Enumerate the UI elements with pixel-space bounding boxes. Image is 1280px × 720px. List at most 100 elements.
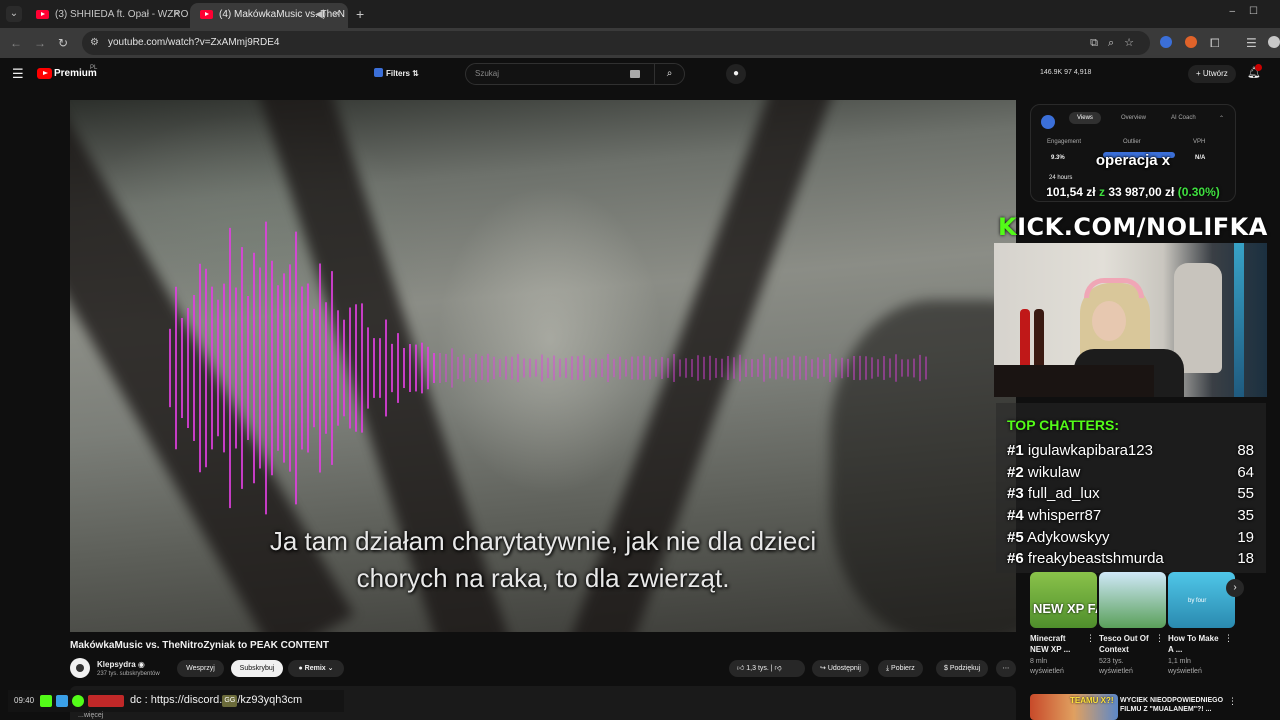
subscribe-button[interactable]: Subskrybuj [231, 660, 283, 677]
extensions-puzzle-icon[interactable]: ⧠ [1210, 36, 1220, 51]
video-title: MakówkaMusic vs. TheNitroZyniak to PEAK … [70, 640, 329, 651]
collapse-icon[interactable]: ⌃ [1219, 115, 1224, 122]
channel-stats: 146.9K 97 4,918 [1040, 69, 1092, 76]
notification-badge [1255, 64, 1262, 71]
subtitle-line-2: chorych na raka, to dla zwierząt. [356, 563, 730, 593]
thumbnail-text: by four [1188, 598, 1207, 604]
profile-icon[interactable] [1268, 36, 1280, 48]
kick-icon [40, 695, 52, 707]
badge-icon [72, 695, 84, 707]
menu-icon[interactable]: ☰ [12, 66, 24, 82]
subscriber-count: 237 tys. subskrybentów [97, 671, 160, 677]
donation-progress: 101,54 zł z 33 987,00 zł (0.30%) [1046, 185, 1220, 199]
recommendation-thumbnail[interactable]: NEW XP FARM! [1030, 572, 1097, 628]
more-options-icon[interactable]: ⋮ [1086, 633, 1095, 644]
led-light [1234, 243, 1244, 397]
share-button[interactable]: ↪ Udostępnij [812, 660, 869, 677]
like-dislike-button[interactable]: 👍︎ 1,3 tys. | 👎︎ [729, 660, 805, 677]
recommendation-title[interactable]: Minecraft NEW XP ... [1030, 633, 1082, 655]
tab-overview[interactable]: Overview [1121, 115, 1146, 121]
analytics-logo-icon [1041, 115, 1055, 129]
filters-chip-icon [374, 68, 383, 77]
outlier-label: Outlier [1123, 139, 1141, 145]
engagement-label: Engagement [1047, 139, 1082, 145]
reading-list-icon[interactable]: ☰ [1246, 36, 1257, 50]
close-tab-icon[interactable]: × [174, 3, 180, 26]
channel-avatar[interactable] [70, 658, 90, 678]
browser-tab-bar: ⌄ (3) SHHIEDA ft. Opał - WZROK × (4) Mak… [0, 0, 1280, 28]
support-button[interactable]: Wesprzyj [177, 660, 224, 677]
stream-info-bar: 09:40 dc : https://discord. GG/kz93yqh3cm [8, 690, 344, 712]
back-icon[interactable]: ← [10, 36, 22, 50]
operation-title: operacja x [1095, 152, 1171, 169]
recommendation-thumbnail[interactable] [1099, 572, 1166, 628]
thumbnail-text: TEAMU X?! [1070, 696, 1114, 705]
next-arrow-icon[interactable]: › [1226, 579, 1244, 597]
channel-name[interactable]: Klepsydra ◉ [97, 660, 145, 669]
recommendation-title[interactable]: How To Make A ... [1168, 633, 1220, 655]
youtube-header: ☰ Premium PL Filters ⇅ Szukaj ⌕ ● 146.9K… [0, 58, 1280, 90]
kick-url-banner: KICK.COM/NOLIFKA [998, 213, 1268, 241]
browser-tab-1[interactable]: (3) SHHIEDA ft. Opał - WZROK × [26, 3, 188, 28]
search-placeholder[interactable]: Szukaj [475, 69, 499, 78]
thumbnail-text: NEW XP FARM! [1033, 601, 1097, 616]
sponsor-icon [88, 695, 124, 707]
microphone-icon[interactable]: ● [726, 64, 746, 84]
tab-views[interactable]: Views [1069, 112, 1101, 124]
youtube-logo-icon[interactable] [37, 68, 52, 79]
create-button[interactable]: + Utwórz [1188, 65, 1236, 83]
recommendation-title[interactable]: Tesco Out Of Context [1099, 633, 1151, 655]
speaker-icon[interactable]: ◀) [315, 3, 326, 26]
recommendation-title[interactable]: WYCIEK NIEODPOWIEDNIEGO FILMU Z "MUALANE… [1120, 696, 1230, 714]
url-bar[interactable]: ⚙ youtube.com/watch?v=ZxAMmj9RDE4 ⧉⌕☆ [82, 31, 1150, 55]
twitter-icon [56, 695, 68, 707]
streamer-face [1092, 301, 1126, 341]
filters-button[interactable]: Filters ⇅ [374, 68, 419, 78]
more-options-icon[interactable]: ⋮ [1228, 696, 1237, 707]
extension-icon[interactable] [1185, 36, 1197, 48]
browser-tab-2[interactable]: (4) MakówkaMusic vs. TheN ◀) × [190, 3, 348, 28]
chatter-row: #3 full_ad_lux 55 [1007, 485, 1254, 502]
webcam-feed [994, 243, 1267, 397]
tab-search-icon[interactable]: ⌄ [6, 6, 22, 22]
address-bar-row: ← → ↻ ⚙ youtube.com/watch?v=ZxAMmj9RDE4 … [0, 28, 1280, 58]
recommendation-thumbnail[interactable]: TEAMU X?! [1030, 694, 1118, 720]
window-controls[interactable]: –☐ [1229, 6, 1272, 17]
new-tab-icon[interactable]: + [356, 6, 364, 22]
download-button[interactable]: ⤓ Pobierz [878, 660, 923, 677]
headphones-icon [1084, 278, 1144, 298]
search-box[interactable]: Szukaj ⌕ [465, 63, 685, 85]
more-options-icon[interactable]: ⋮ [1155, 633, 1164, 644]
recommendation-thumbnail[interactable]: by four [1168, 572, 1235, 628]
remix-button[interactable]: ● Remix ⌄ [288, 660, 344, 677]
bottle-shape [1034, 309, 1044, 369]
reload-icon[interactable]: ↻ [58, 36, 68, 50]
search-icon[interactable]: ⌕ [654, 64, 684, 84]
thanks-button[interactable]: $ Podziękuj [936, 660, 989, 677]
youtube-favicon-icon [36, 10, 49, 19]
omnibox-actions[interactable]: ⧉⌕☆ [1090, 36, 1144, 50]
chatter-row: #5 Adykowskyy 19 [1007, 529, 1254, 546]
recommendation-views: 523 tys. wyświetleń [1099, 658, 1133, 675]
forward-icon[interactable]: → [34, 36, 46, 50]
url-text[interactable]: youtube.com/watch?v=ZxAMmj9RDE4 [108, 37, 279, 48]
subtitle-line-1: Ja tam działam charytatywnie, jak nie dl… [269, 526, 817, 556]
tab-label: (4) MakówkaMusic vs. TheN [219, 9, 345, 20]
keyboard-icon[interactable] [630, 70, 640, 78]
more-options-icon[interactable]: ⋮ [1224, 633, 1233, 644]
description-more-link[interactable]: ...więcej [78, 712, 103, 719]
site-info-icon[interactable]: ⚙ [90, 37, 99, 48]
recommendation-views: 8 mln wyświetleń [1030, 658, 1064, 675]
gg-badge: GG [222, 695, 238, 707]
close-tab-icon[interactable]: × [334, 3, 340, 26]
tab-ai-coach[interactable]: AI Coach [1171, 115, 1196, 121]
bottle-shape [1020, 309, 1030, 369]
chatter-row: #2 wikulaw 64 [1007, 464, 1254, 481]
more-actions-icon[interactable]: ⋯ [996, 660, 1016, 677]
hours-label: 24 hours [1049, 175, 1073, 181]
top-chatters-title: TOP CHATTERS: [1007, 417, 1120, 433]
clock-text: 09:40 [14, 696, 35, 705]
extension-icon[interactable] [1160, 36, 1172, 48]
chair-shape [1174, 263, 1222, 373]
video-player[interactable]: Ja tam działam charytatywnie, jak nie dl… [70, 100, 1016, 632]
